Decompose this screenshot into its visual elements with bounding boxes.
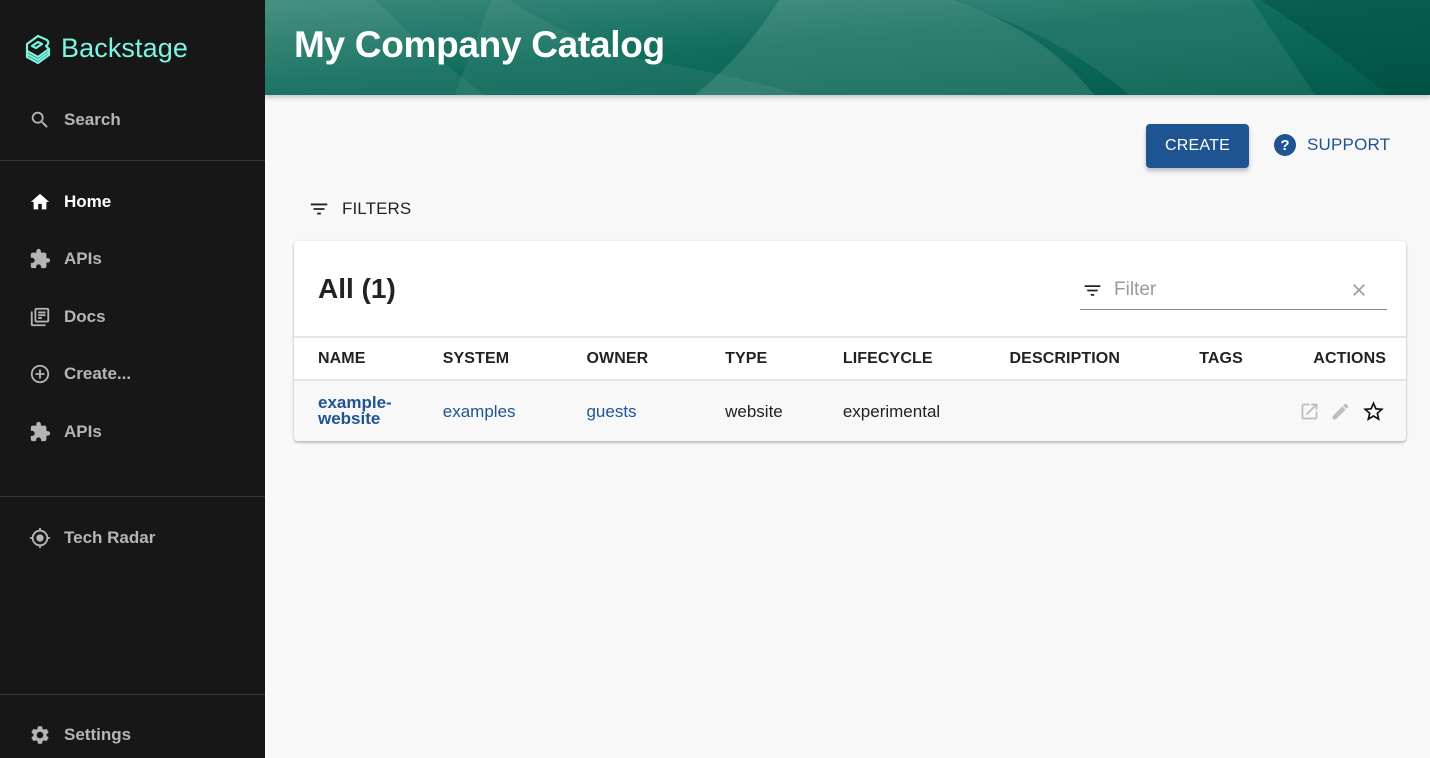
system-link[interactable]: examples (443, 402, 516, 421)
gear-icon (28, 723, 52, 747)
brand-logo[interactable]: Backstage (24, 30, 188, 66)
filter-list-icon (1084, 285, 1101, 296)
radar-target-icon (28, 526, 52, 550)
add-circle-outline-icon (28, 362, 52, 386)
favorite-button[interactable] (1361, 399, 1386, 424)
library-books-icon (28, 305, 52, 329)
filters-label: FILTERS (342, 199, 412, 218)
owner-link[interactable]: guests (586, 402, 636, 421)
sidebar-divider (0, 694, 265, 695)
support-button[interactable]: ? SUPPORT (1274, 134, 1390, 156)
help-icon: ? (1274, 134, 1296, 156)
table-filter-field (1080, 271, 1387, 310)
star-outline-icon (1363, 401, 1384, 421)
cell-name: example-website (294, 380, 443, 441)
column-header-system[interactable]: SYSTEM (443, 337, 587, 380)
sidebar-item-apis-2[interactable]: APIs (0, 408, 265, 456)
table-filter-input[interactable] (1114, 277, 1344, 303)
sidebar-item-label: Tech Radar (64, 528, 156, 547)
filter-list-icon (310, 203, 328, 215)
sidebar-item-label: Create... (64, 364, 132, 383)
cell-description (1010, 380, 1200, 441)
sidebar-divider (0, 496, 265, 497)
sidebar-item-label: APIs (64, 249, 102, 268)
cell-owner: guests (586, 380, 725, 441)
sidebar-item-tech-radar[interactable]: Tech Radar (0, 514, 265, 562)
catalog-table-card: All (1) NAME SYSTEM OWNER TYPE LIFECYCLE… (294, 241, 1406, 441)
cell-lifecycle: experimental (842, 401, 941, 421)
page-title: My Company Catalog (294, 24, 665, 65)
filters-toggle-button[interactable]: FILTERS (308, 196, 411, 222)
cell-tags (1199, 380, 1299, 441)
column-header-name[interactable]: NAME (294, 337, 443, 380)
entity-name-link[interactable]: example-website (318, 394, 392, 427)
sidebar-item-create[interactable]: Create... (0, 350, 265, 398)
sidebar-item-label: APIs (64, 422, 102, 441)
cell-system: examples (443, 380, 587, 441)
cell-type: website (725, 401, 783, 421)
column-header-owner[interactable]: OWNER (586, 337, 725, 380)
sidebar-item-label: Docs (64, 307, 106, 326)
puzzle-icon (28, 247, 52, 271)
sidebar-item-settings[interactable]: Settings (0, 711, 265, 758)
puzzle-icon (28, 420, 52, 444)
sidebar-item-apis[interactable]: APIs (0, 235, 265, 283)
home-icon (28, 190, 52, 214)
edit-button[interactable] (1330, 401, 1351, 422)
support-label: SUPPORT (1307, 135, 1391, 154)
create-button[interactable]: CREATE (1146, 124, 1249, 168)
sidebar-item-label: Home (64, 192, 112, 211)
table-title: All (1) (318, 273, 396, 304)
sidebar-divider (0, 160, 265, 161)
column-header-description[interactable]: DESCRIPTION (1010, 337, 1200, 380)
column-header-type[interactable]: TYPE (725, 337, 843, 380)
page-header: My Company Catalog (265, 0, 1430, 95)
backstage-logo-icon (25, 34, 51, 65)
search-icon (28, 108, 52, 132)
sidebar-item-label: Search (64, 110, 121, 129)
clear-icon[interactable] (1349, 280, 1369, 300)
sidebar-item-label: Settings (64, 725, 132, 744)
cell-actions (1299, 380, 1406, 441)
open-in-new-icon (1301, 403, 1318, 420)
edit-icon (1332, 403, 1349, 420)
column-header-tags[interactable]: TAGS (1199, 337, 1299, 380)
sidebar-item-home[interactable]: Home (0, 178, 265, 226)
column-header-lifecycle[interactable]: LIFECYCLE (843, 337, 1010, 380)
table-row: example-website examples guests website … (294, 380, 1406, 441)
column-header-actions: ACTIONS (1313, 349, 1386, 367)
catalog-table: NAME SYSTEM OWNER TYPE LIFECYCLE DESCRIP… (294, 336, 1406, 441)
sidebar: Backstage Search Home APIs Docs Create..… (0, 0, 265, 758)
sidebar-item-docs[interactable]: Docs (0, 293, 265, 341)
brand-name: Backstage (61, 32, 188, 63)
table-header-row: NAME SYSTEM OWNER TYPE LIFECYCLE DESCRIP… (294, 337, 1406, 380)
sidebar-item-search[interactable]: Search (0, 96, 265, 144)
view-button[interactable] (1299, 401, 1320, 422)
